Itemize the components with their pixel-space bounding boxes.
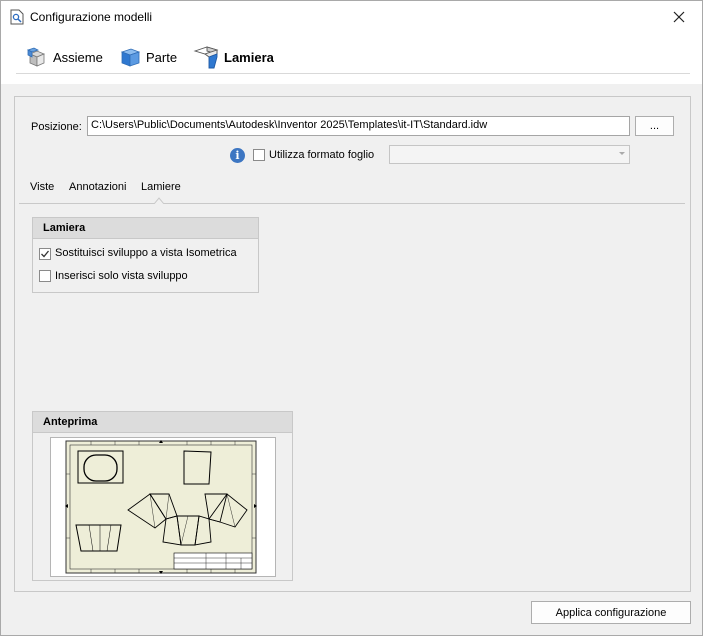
preview-group-title: Anteprima (33, 412, 292, 433)
dialog-window: Configurazione modelli Assieme Parte Lam… (0, 0, 703, 636)
title-bar: Configurazione modelli (1, 1, 702, 32)
lamiera-group: Lamiera Sostituisci sviluppo a vista Iso… (32, 217, 259, 293)
use-sheet-format-checkbox[interactable] (253, 149, 265, 161)
active-tab-indicator (154, 197, 164, 204)
lamiera-group-title: Lamiera (33, 218, 258, 239)
tab-parte[interactable]: Parte (119, 42, 177, 72)
window-title: Configurazione modelli (30, 10, 153, 24)
part-icon (120, 48, 141, 67)
browse-button[interactable]: ... (635, 116, 674, 136)
use-sheet-format-label: Utilizza formato foglio (269, 149, 375, 161)
position-path-input[interactable]: C:\Users\Public\Documents\Autodesk\Inven… (87, 116, 630, 136)
checkmark-icon (41, 250, 50, 258)
replace-flat-pattern-checkbox[interactable] (39, 248, 51, 260)
app-icon (10, 9, 24, 25)
sheet-metal-icon (193, 46, 219, 69)
chevron-down-icon (619, 152, 625, 155)
tab-lamiera-label: Lamiera (224, 49, 274, 65)
insert-flat-pattern-only-checkbox[interactable] (39, 270, 51, 282)
tab-assieme-label: Assieme (53, 49, 103, 65)
sheet-format-select[interactable] (389, 145, 630, 164)
insert-flat-pattern-only-label: Inserisci solo vista sviluppo (55, 270, 188, 282)
close-icon (673, 11, 685, 22)
tab-lamiera[interactable]: Lamiera (193, 42, 274, 72)
info-icon: i (230, 148, 245, 163)
apply-configuration-button[interactable]: Applica configurazione (531, 601, 691, 624)
subtab-viste[interactable]: Viste (30, 181, 54, 193)
assembly-icon (26, 47, 46, 67)
replace-flat-pattern-label: Sostituisci sviluppo a vista Isometrica (55, 247, 237, 259)
drawing-preview (65, 440, 257, 574)
preview-image (50, 437, 276, 577)
subtab-divider (19, 203, 685, 204)
preview-group: Anteprima (32, 411, 293, 581)
subtab-annotazioni[interactable]: Annotazioni (69, 181, 127, 193)
template-type-tabs: Assieme Parte Lamiera (1, 32, 702, 84)
header-divider (16, 73, 690, 74)
close-button[interactable] (656, 1, 702, 32)
tab-parte-label: Parte (146, 49, 178, 65)
tab-assieme[interactable]: Assieme (26, 42, 103, 72)
position-label: Posizione: (31, 121, 82, 133)
subtab-lamiere[interactable]: Lamiere (141, 181, 181, 193)
